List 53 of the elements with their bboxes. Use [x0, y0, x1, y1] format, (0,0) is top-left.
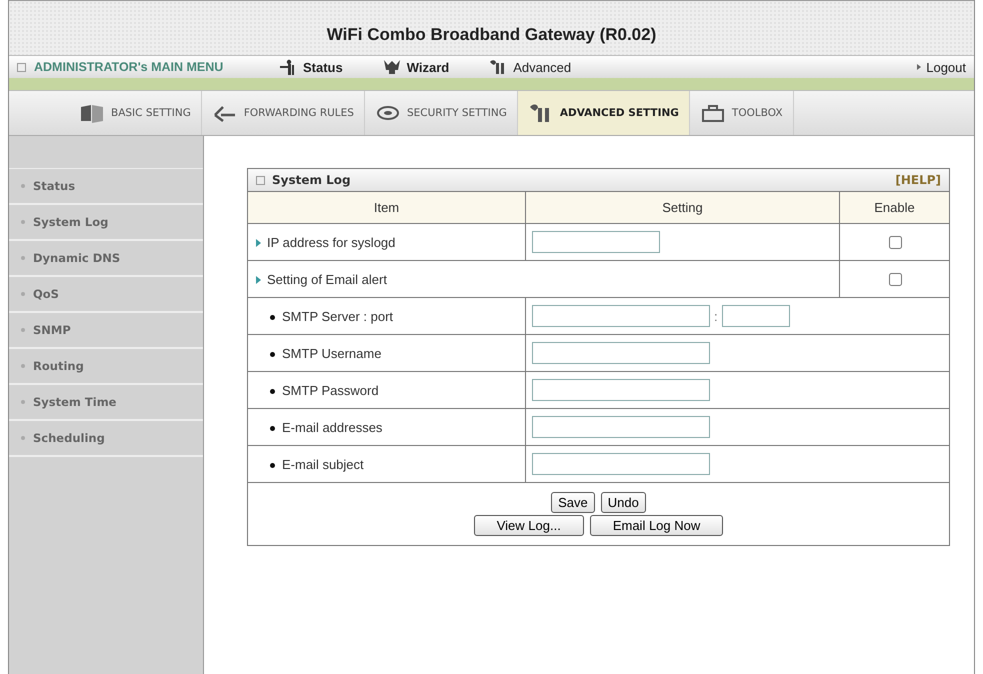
sidebar-item[interactable]: Status	[9, 169, 203, 205]
square-icon	[17, 62, 26, 72]
person-icon	[279, 59, 297, 75]
logout-link[interactable]: Logout	[926, 60, 966, 74]
square-icon	[256, 176, 265, 184]
sidebar-item[interactable]: System Log	[9, 205, 203, 241]
table-cell: SMTP Username	[248, 334, 526, 372]
menu-item[interactable]: Wizard	[382, 59, 450, 75]
input-field[interactable]	[532, 305, 710, 327]
panel-title: System Log	[272, 173, 351, 187]
main-menu-link[interactable]: ADMINISTRATOR's MAIN MENU	[34, 60, 224, 74]
action-button[interactable]: Save	[551, 492, 595, 513]
checkbox[interactable]	[888, 236, 902, 248]
column-header: Item	[248, 192, 526, 224]
column-header: Setting	[526, 192, 840, 224]
table-cell: SMTP Password	[248, 372, 526, 408]
menu-item[interactable]: Advanced	[489, 59, 572, 75]
input-field[interactable]	[532, 416, 710, 438]
sidebar-item[interactable]: System Time	[9, 385, 203, 421]
arrows-icon	[212, 103, 238, 123]
sidebar-item[interactable]: SNMP	[9, 313, 203, 349]
help-link[interactable]: [HELP]	[895, 173, 941, 187]
column-header: Enable	[840, 192, 949, 224]
sidebar-item[interactable]: Scheduling	[9, 421, 203, 457]
input-field[interactable]	[532, 453, 710, 475]
action-button[interactable]: Undo	[600, 492, 646, 513]
table-cell: E-mail subject	[248, 446, 526, 482]
input-field[interactable]	[532, 342, 710, 364]
sidebar-item[interactable]: Routing	[9, 349, 203, 385]
separator: :	[714, 308, 718, 324]
toolbox-icon	[700, 103, 726, 123]
disk-icon	[374, 103, 401, 123]
sidebar-item[interactable]: Dynamic DNS	[9, 241, 203, 277]
table-cell: Setting of Email alert	[248, 260, 840, 298]
input-field[interactable]	[532, 231, 660, 253]
nav-tab[interactable]: BASIC SETTING	[69, 91, 202, 135]
triangle-icon	[917, 64, 922, 70]
sidebar-item[interactable]: QoS	[9, 277, 203, 313]
nav-tab[interactable]: TOOLBOX	[690, 91, 794, 135]
table-cell: IP address for syslogd	[248, 224, 526, 260]
book-icon	[79, 103, 105, 123]
nav-tab[interactable]: ADVANCED SETTING	[518, 91, 690, 135]
nav-tab[interactable]: FORWARDING RULES	[202, 91, 365, 135]
wizard-icon	[382, 59, 401, 75]
table-cell: E-mail addresses	[248, 408, 526, 446]
menu-item[interactable]: Status	[279, 59, 343, 75]
input-field[interactable]	[722, 305, 790, 327]
window-title: WiFi Combo Broadband Gateway (R0.02)	[326, 25, 656, 45]
input-field[interactable]	[532, 379, 710, 401]
checkbox[interactable]	[888, 272, 902, 286]
action-button[interactable]: View Log...	[474, 515, 584, 536]
table-cell: SMTP Server : port	[248, 298, 526, 334]
action-button[interactable]: Email Log Now	[590, 515, 724, 536]
